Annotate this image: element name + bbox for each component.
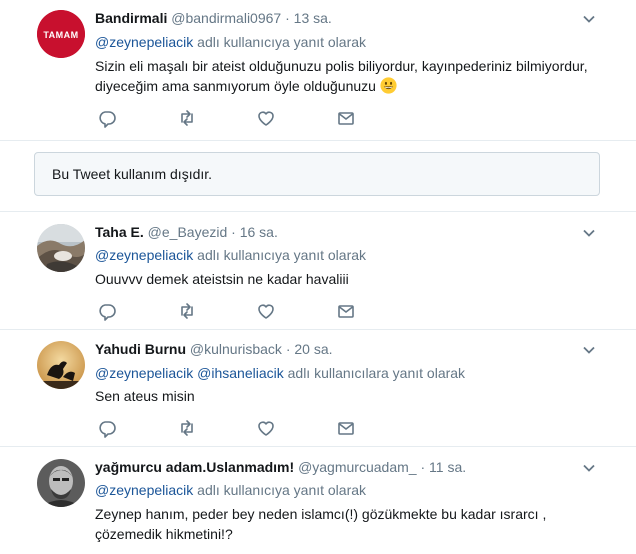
tweet-taha[interactable]: Taha E. @e_Bayezid · 16 sa. @zeynepeliac… xyxy=(0,212,636,330)
timestamp[interactable]: 16 sa. xyxy=(240,224,278,240)
tweet-text-line: Sizin eli maşalı bir ateist olduğunuzu p… xyxy=(95,58,588,74)
user-handle[interactable]: @bandirmali0967 xyxy=(171,10,281,26)
timestamp[interactable]: 20 sa. xyxy=(294,341,332,357)
user-handle[interactable]: @e_Bayezid xyxy=(148,224,228,240)
avatar-photo xyxy=(37,341,85,389)
reply-context: @zeynepeliacik adlı kullanıcıya yanıt ol… xyxy=(95,33,366,51)
tamam-logo: TAMAM xyxy=(37,10,85,58)
user-handle[interactable]: @kulnurisback xyxy=(190,341,282,357)
reply-context: @zeynepeliacik @ihsaneliacik adlı kullan… xyxy=(95,364,465,382)
reply-context-label: adlı kullanıcıya yanıt olarak xyxy=(193,34,367,50)
mention-link[interactable]: @zeynepeliacik xyxy=(95,34,193,50)
tweet-text-line: Ouuvvv demek ateistsin ne kadar havaliii xyxy=(95,271,349,287)
separator-dot: · xyxy=(285,341,291,357)
heart-icon[interactable] xyxy=(256,418,276,438)
tweet-bandirmali[interactable]: TAMAM Bandirmali @bandirmali0967 · 13 sa… xyxy=(0,0,636,141)
heart-icon[interactable] xyxy=(256,301,276,321)
tweet-header: Yahudi Burnu @kulnurisback · 20 sa. xyxy=(95,340,333,358)
tweet-actions xyxy=(97,418,367,438)
display-name[interactable]: Taha E. xyxy=(95,224,144,240)
heart-icon[interactable] xyxy=(256,108,276,128)
notice-text: Bu Tweet kullanım dışıdır. xyxy=(52,166,213,182)
retweet-icon[interactable] xyxy=(177,301,197,321)
tweet-text: Sizin eli maşalı bir ateist olduğunuzu p… xyxy=(95,56,615,96)
tweet-text-line: Sen ateus misin xyxy=(95,388,195,404)
tweet-text-line: çözemedik hikmetini!? xyxy=(95,526,233,542)
grinning-face-emoji-icon xyxy=(380,77,397,94)
envelope-icon[interactable] xyxy=(336,301,356,321)
reply-context: @zeynepeliacik adlı kullanıcıya yanıt ol… xyxy=(95,481,366,499)
chevron-down-icon[interactable] xyxy=(582,12,596,26)
tweet-text-line: Zeynep hanım, peder bey neden islamcı(!)… xyxy=(95,506,547,522)
retweet-icon[interactable] xyxy=(177,418,197,438)
tweet-yahudi-burnu[interactable]: Yahudi Burnu @kulnurisback · 20 sa. @zey… xyxy=(0,330,636,447)
tweet-text-line: diyeceğim ama sanmıyorum öyle olduğunuzu xyxy=(95,78,376,94)
reply-icon[interactable] xyxy=(97,301,117,321)
avatar[interactable]: TAMAM xyxy=(37,10,85,58)
reply-context-label: adlı kullanıcıya yanıt olarak xyxy=(193,247,367,263)
separator-dot: · xyxy=(420,459,426,475)
tweet-yagmurcu-adam[interactable]: yağmurcu adam.Uslanmadım! @yagmurcuadam_… xyxy=(0,447,636,554)
envelope-icon[interactable] xyxy=(336,418,356,438)
retweet-icon[interactable] xyxy=(177,108,197,128)
tweet-text: Ouuvvv demek ateistsin ne kadar havaliii xyxy=(95,269,615,289)
chevron-down-icon[interactable] xyxy=(582,343,596,357)
separator-dot: · xyxy=(285,10,290,26)
avatar-photo xyxy=(37,224,85,272)
timestamp[interactable]: 13 sa. xyxy=(294,10,332,26)
tweet-actions xyxy=(97,301,367,321)
reply-icon[interactable] xyxy=(97,418,117,438)
display-name[interactable]: yağmurcu adam.Uslanmadım! xyxy=(95,459,294,475)
chevron-down-icon[interactable] xyxy=(582,461,596,475)
chevron-down-icon[interactable] xyxy=(582,226,596,240)
reply-icon[interactable] xyxy=(97,108,117,128)
timestamp[interactable]: 11 sa. xyxy=(429,459,466,475)
envelope-icon[interactable] xyxy=(336,108,356,128)
reply-context: @zeynepeliacik adlı kullanıcıya yanıt ol… xyxy=(95,246,366,264)
mention-link[interactable]: @zeynepeliacik xyxy=(95,247,193,263)
mention-link[interactable]: @zeynepeliacik @ihsaneliacik xyxy=(95,365,284,381)
tweet-text: Sen ateus misin xyxy=(95,386,615,406)
avatar[interactable] xyxy=(37,341,85,389)
tweet-header: Bandirmali @bandirmali0967 · 13 sa. xyxy=(95,9,332,27)
reply-context-label: adlı kullanıcılara yanıt olarak xyxy=(283,365,466,381)
svg-text:TAMAM: TAMAM xyxy=(43,30,78,40)
mention-link[interactable]: @zeynepeliacik xyxy=(95,482,193,498)
tweet-actions xyxy=(97,108,367,128)
tweet-header: Taha E. @e_Bayezid · 16 sa. xyxy=(95,223,278,241)
unavailable-tweet-notice: Bu Tweet kullanım dışıdır. xyxy=(34,152,600,196)
display-name[interactable]: Bandirmali xyxy=(95,10,167,26)
reply-context-label: adlı kullanıcıya yanıt olarak xyxy=(193,482,367,498)
tweet-text: Zeynep hanım, peder bey neden islamcı(!)… xyxy=(95,504,615,544)
avatar-photo xyxy=(37,459,85,507)
user-handle[interactable]: @yagmurcuadam_ xyxy=(298,459,417,475)
separator-dot: · xyxy=(231,224,236,240)
display-name[interactable]: Yahudi Burnu xyxy=(95,341,186,357)
avatar[interactable] xyxy=(37,224,85,272)
avatar[interactable] xyxy=(37,459,85,507)
tweet-header: yağmurcu adam.Uslanmadım! @yagmurcuadam_… xyxy=(95,458,466,476)
